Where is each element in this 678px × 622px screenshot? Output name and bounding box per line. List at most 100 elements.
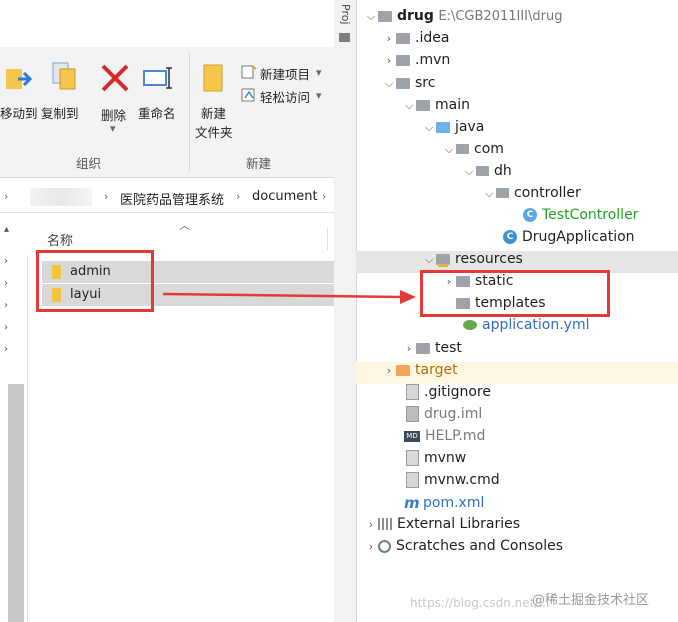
group-organize-label: 组织 [76, 156, 102, 171]
tree-node-main[interactable]: ⌵ main [402, 97, 470, 119]
tree-node-src[interactable]: ⌵ src [382, 75, 436, 97]
tree-node-mvnw[interactable]: mvnw [406, 450, 466, 472]
node-label: .mvn [415, 52, 451, 68]
tree-node-dh[interactable]: ⌵ dh [462, 163, 512, 185]
node-label: mvnw.cmd [424, 472, 500, 488]
tree-node-drugapplication[interactable]: C DrugApplication [503, 229, 635, 251]
chevron-down-icon[interactable]: ⌵ [442, 143, 456, 157]
chevron-right-icon[interactable]: › [382, 32, 396, 45]
blurred-path-segment [30, 188, 92, 206]
project-tool-tab[interactable]: Proj [337, 4, 352, 28]
folder-icon [396, 32, 410, 44]
highlight-box-explorer [36, 250, 154, 312]
column-header-name[interactable]: 名称 [47, 230, 73, 249]
chevron-down-icon[interactable]: ⌵ [402, 99, 416, 113]
node-label: src [415, 75, 436, 91]
iml-file-icon [406, 406, 419, 422]
scratches-icon [378, 539, 391, 553]
easy-access-icon [241, 88, 257, 102]
tree-node-test[interactable]: › test [402, 340, 462, 362]
tree-node-testcontroller[interactable]: C TestController [523, 207, 638, 229]
tree-node-scratches[interactable]: › Scratches and Consoles [364, 538, 563, 560]
folder-icon [416, 99, 430, 111]
node-label: mvnw [424, 450, 467, 466]
module-folder-icon [378, 10, 392, 22]
chevron-down-icon[interactable]: ⌵ [422, 253, 436, 267]
chevron-right-icon[interactable]: › [4, 322, 8, 333]
node-label: java [455, 119, 485, 135]
chevron-right-icon[interactable]: › [382, 54, 396, 67]
new-folder-button-line2[interactable]: 文件夹 [195, 122, 233, 141]
tree-node-pom-xml[interactable]: m pom.xml [404, 494, 484, 516]
chevron-down-icon[interactable]: ⌵ [382, 77, 396, 91]
easy-access-button[interactable]: 轻松访问 [260, 87, 310, 106]
tree-node-help-md[interactable]: MD HELP.md [404, 428, 485, 450]
node-label: drug [397, 8, 434, 24]
tree-node-mvnw-cmd[interactable]: mvnw.cmd [406, 472, 500, 494]
new-folder-button-line1[interactable]: 新建 [201, 103, 226, 122]
node-path: E:\CGB2011III\drug [438, 9, 563, 24]
tree-node-target[interactable]: › target [382, 362, 458, 384]
node-label: HELP.md [425, 428, 486, 444]
markdown-file-icon: MD [404, 430, 420, 442]
rename-icon [143, 67, 175, 89]
chevron-right-icon[interactable]: › [364, 540, 378, 553]
project-tab-icon [339, 33, 350, 42]
node-label: External Libraries [397, 516, 520, 532]
node-label: resources [455, 251, 523, 267]
ide-side-tool-strip: Proj [334, 0, 357, 622]
chevron-down-icon[interactable]: ⌵ [482, 187, 496, 201]
tree-node-drug[interactable]: ⌵ drug E:\CGB2011III\drug [364, 8, 563, 30]
highlight-box-ide [420, 270, 610, 317]
breadcrumb-document[interactable]: document [252, 189, 318, 204]
breadcrumb-hospital-system[interactable]: 医院药品管理系统 [120, 189, 224, 208]
tree-node-idea[interactable]: › .idea [382, 30, 450, 52]
tree-node-application-yml[interactable]: application.yml [463, 317, 590, 339]
ribbon-divider [189, 53, 190, 171]
chevron-right-icon[interactable]: › [382, 364, 396, 377]
copy-to-button[interactable]: 复制到 [41, 103, 79, 122]
chevron-right-icon[interactable]: › [364, 518, 378, 531]
folder-icon [416, 342, 430, 354]
chevron-right-icon[interactable]: › [402, 342, 416, 355]
node-label: .gitignore [424, 384, 491, 400]
chevron-down-icon[interactable]: ⌵ [422, 121, 436, 135]
node-label: dh [494, 163, 512, 179]
node-label: application.yml [482, 317, 590, 333]
tree-node-drug-iml[interactable]: drug.iml [406, 406, 482, 428]
node-label: DrugApplication [522, 229, 635, 245]
file-icon [406, 450, 419, 466]
node-label: Scratches and Consoles [396, 538, 563, 554]
folder-icon [396, 54, 410, 66]
chevron-right-icon[interactable]: › [4, 344, 8, 355]
node-label: target [415, 362, 458, 378]
scrollbar-thumb[interactable] [8, 384, 24, 622]
chevron-down-icon[interactable]: ⌵ [364, 10, 378, 24]
move-to-button[interactable]: 移动到 [0, 103, 38, 122]
tree-node-java[interactable]: ⌵ java [422, 119, 485, 141]
tree-node-gitignore[interactable]: .gitignore [406, 384, 491, 406]
node-label: com [474, 141, 504, 157]
chevron-down-icon: ▾ [316, 66, 322, 79]
node-label: controller [514, 185, 581, 201]
chevron-right-icon[interactable]: › [4, 256, 8, 267]
package-icon [496, 188, 509, 198]
node-label: pom.xml [423, 495, 485, 511]
node-label: drug.iml [424, 406, 483, 422]
scroll-up-icon[interactable]: ▴ [4, 224, 9, 235]
chevron-down-icon[interactable]: ⌵ [462, 165, 476, 179]
file-icon [406, 384, 419, 400]
tree-node-controller[interactable]: ⌵ controller [482, 185, 581, 207]
chevron-right-icon[interactable]: › [4, 278, 8, 289]
maven-icon: m [404, 494, 420, 512]
new-item-button[interactable]: 新建项目 [260, 64, 310, 83]
new-item-icon [241, 65, 257, 79]
chevron-right-icon[interactable]: › [4, 300, 8, 311]
tree-node-external-libraries[interactable]: › External Libraries [364, 516, 520, 538]
tree-node-com[interactable]: ⌵ com [442, 141, 504, 163]
address-bar[interactable]: › › 医院药品管理系统 › document › [0, 182, 334, 213]
sort-ascending-icon: ︿ [179, 219, 190, 232]
move-to-icon [4, 63, 34, 93]
tree-node-mvn[interactable]: › .mvn [382, 52, 450, 74]
rename-button[interactable]: 重命名 [138, 103, 176, 122]
